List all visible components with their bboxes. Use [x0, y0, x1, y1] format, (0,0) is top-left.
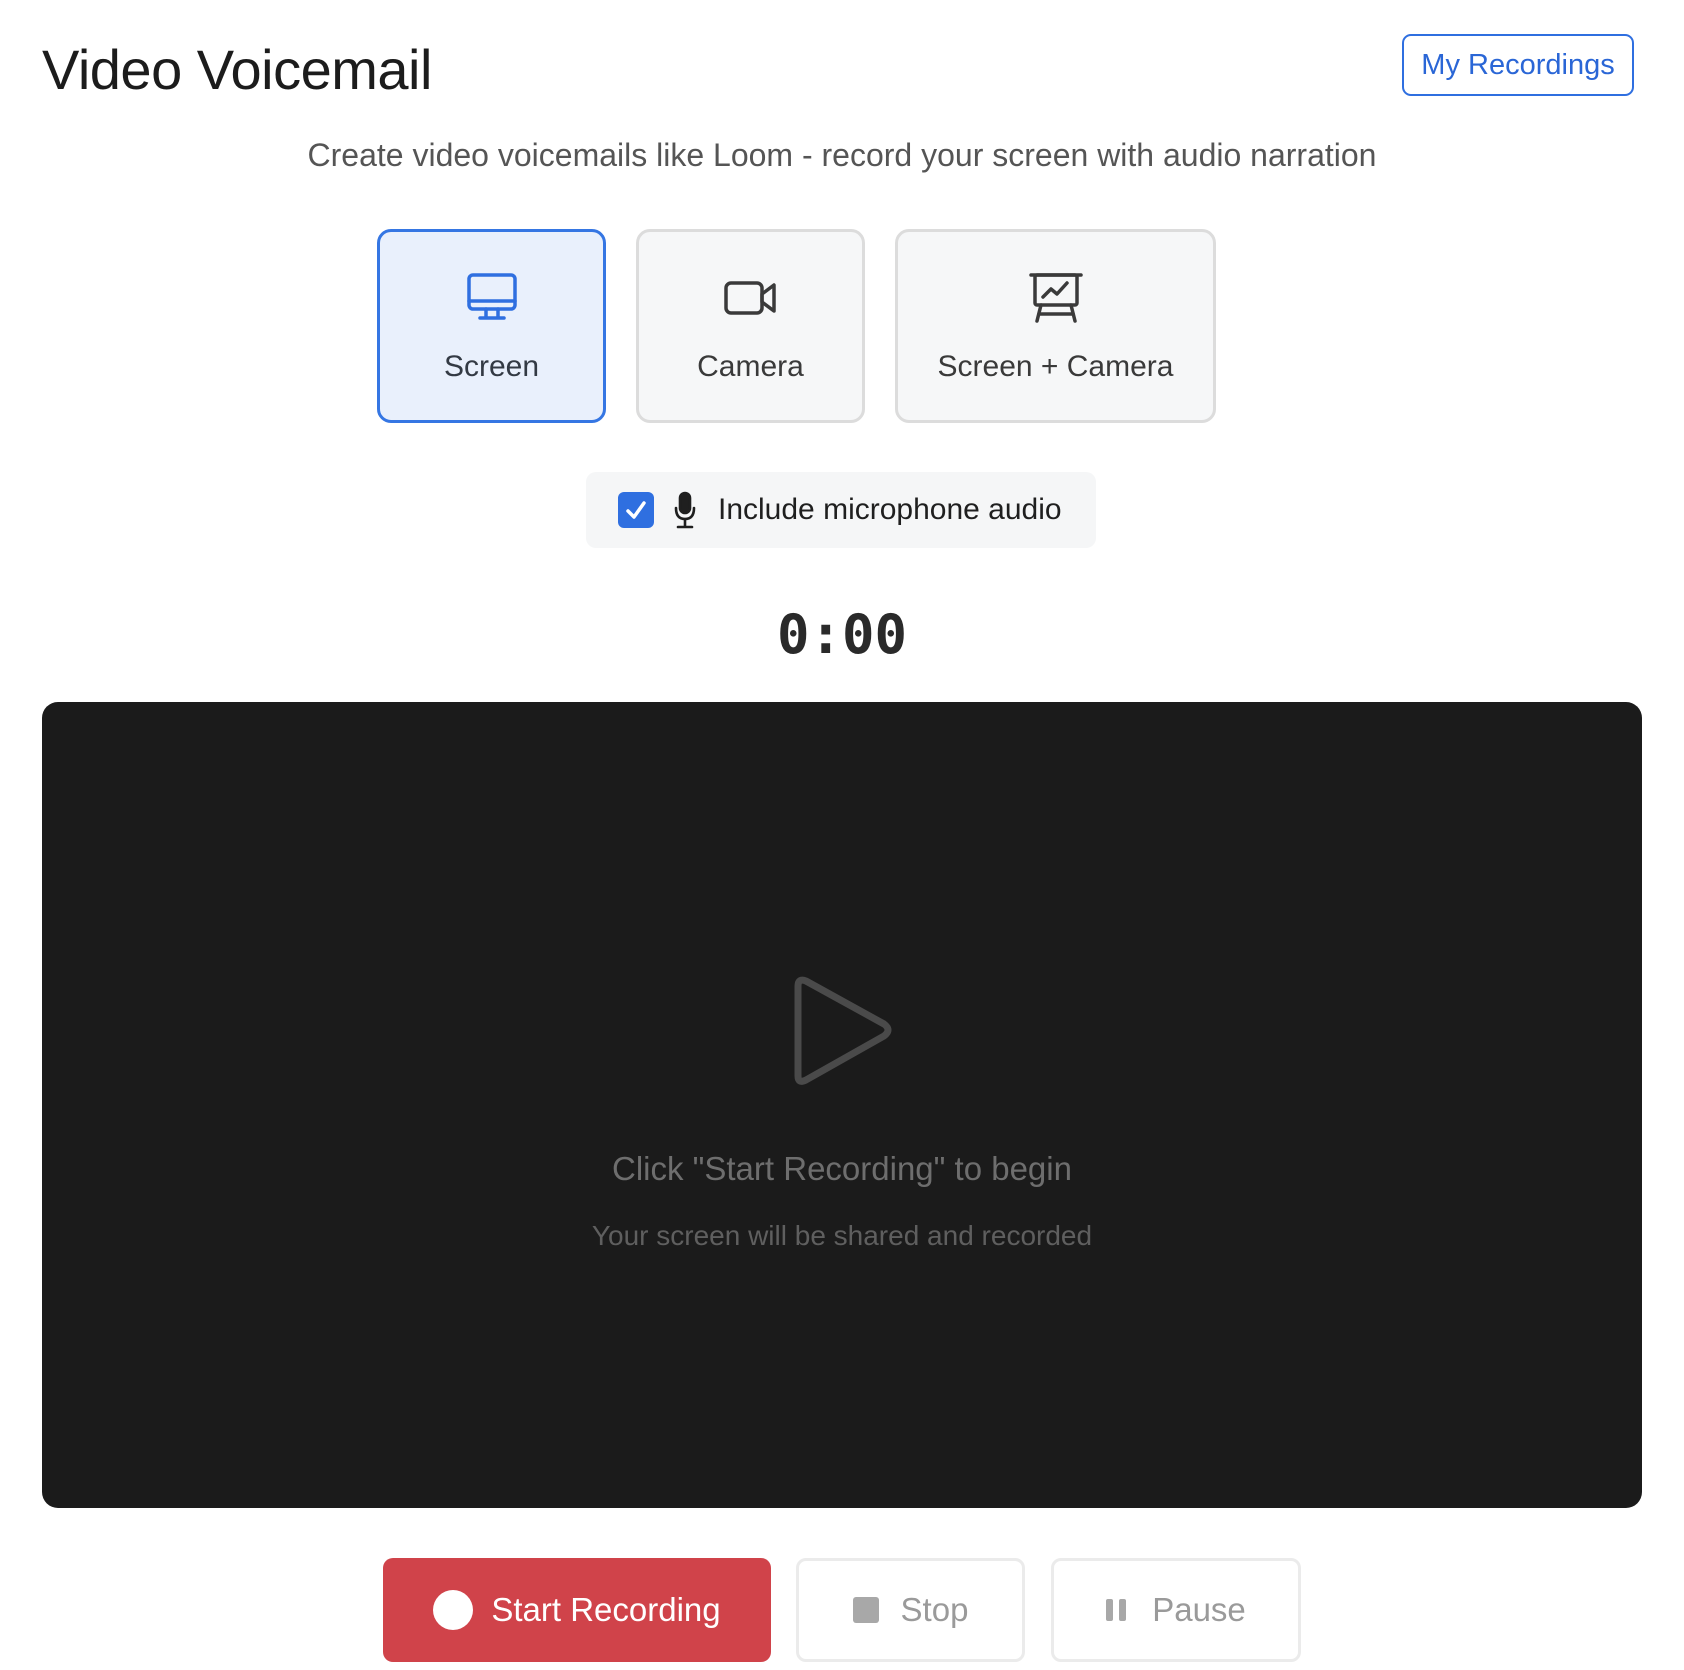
recording-timer: 0:00 — [776, 603, 908, 666]
video-camera-icon — [723, 281, 776, 315]
mode-camera-label: Camera — [697, 350, 804, 383]
start-recording-label: Start Recording — [491, 1591, 721, 1628]
microphone-label: Include microphone audio — [718, 493, 1062, 526]
checkmark-icon — [626, 501, 646, 519]
preview-title: Click "Start Recording" to begin — [612, 1150, 1072, 1187]
pause-icon — [1106, 1599, 1127, 1621]
mode-screen-card[interactable]: Screen — [377, 229, 606, 423]
microphone-checkbox[interactable] — [618, 492, 654, 528]
mode-screen-camera-card[interactable]: Screen + Camera — [895, 229, 1216, 423]
stop-button[interactable]: Stop — [796, 1558, 1025, 1662]
my-recordings-button[interactable]: My Recordings — [1402, 34, 1634, 96]
mode-camera-card[interactable]: Camera — [636, 229, 865, 423]
pause-button[interactable]: Pause — [1051, 1558, 1301, 1662]
play-icon — [794, 976, 892, 1085]
preview-subtitle: Your screen will be shared and recorded — [591, 1220, 1093, 1251]
start-recording-button[interactable]: Start Recording — [383, 1558, 771, 1662]
presentation-icon — [1028, 273, 1083, 323]
page-title: Video Voicemail — [42, 38, 432, 101]
mode-screen-label: Screen — [443, 350, 540, 383]
mode-screen-camera-label: Screen + Camera — [937, 350, 1174, 383]
pause-label: Pause — [1152, 1591, 1246, 1628]
microphone-toggle-row: Include microphone audio — [586, 472, 1096, 548]
page-subtitle: Create video voicemails like Loom - reco… — [307, 137, 1377, 173]
microphone-icon — [674, 491, 696, 529]
record-dot-icon — [433, 1590, 474, 1630]
video-preview: Click "Start Recording" to begin Your sc… — [42, 702, 1642, 1508]
monitor-icon — [466, 273, 517, 320]
stop-icon — [852, 1597, 879, 1623]
stop-label: Stop — [900, 1591, 969, 1628]
